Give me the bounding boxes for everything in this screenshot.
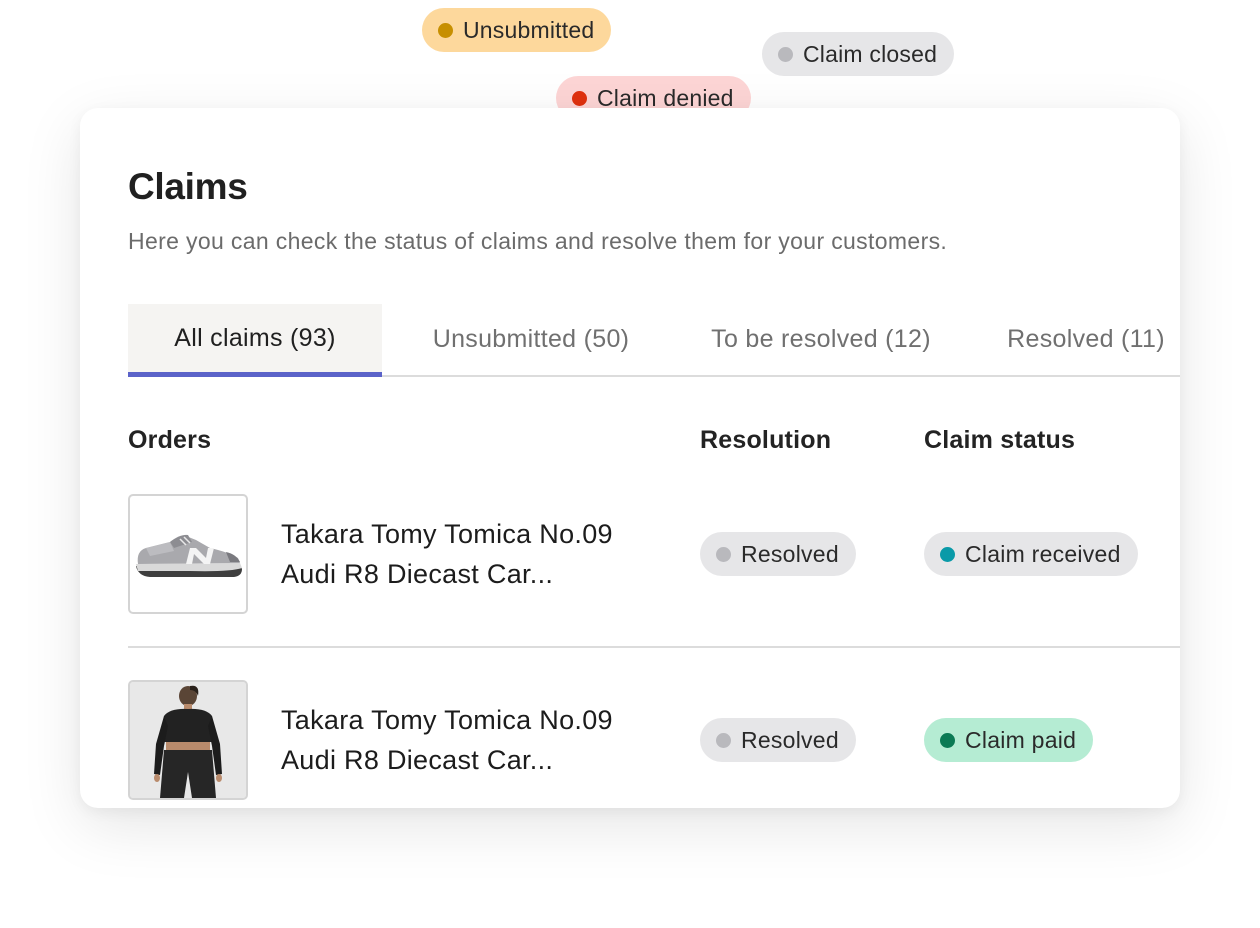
column-header-claim-status: Claim status bbox=[924, 426, 1076, 454]
tab-all-claims[interactable]: All claims (93) bbox=[128, 304, 382, 377]
status-dot-icon bbox=[438, 22, 453, 38]
badge-label: Claim paid bbox=[965, 726, 1077, 753]
resolution-badge: Resolved bbox=[700, 718, 856, 762]
tab-unsubmitted[interactable]: Unsubmitted (50) bbox=[421, 304, 641, 375]
badge-label: Resolved bbox=[741, 726, 839, 753]
status-dot-icon bbox=[716, 546, 731, 562]
column-header-orders: Orders bbox=[128, 426, 212, 454]
chip-claim-closed: Claim closed bbox=[762, 32, 955, 76]
resolution-badge: Resolved bbox=[700, 532, 856, 576]
badge-label: Claim received bbox=[965, 540, 1121, 567]
page-title: Claims bbox=[128, 166, 248, 207]
product-name-line: Audi R8 Diecast Car... bbox=[281, 745, 554, 775]
product-name[interactable]: Takara Tomy Tomica No.09 Audi R8 Diecast… bbox=[281, 514, 661, 594]
product-name-line: Takara Tomy Tomica No.09 bbox=[281, 705, 613, 735]
table-row[interactable]: Takara Tomy Tomica No.09 Audi R8 Diecast… bbox=[128, 646, 1180, 808]
tab-resolved[interactable]: Resolved (11) bbox=[1001, 304, 1171, 375]
tab-to-be-resolved[interactable]: To be resolved (12) bbox=[703, 304, 939, 375]
page-subtitle: Here you can check the status of claims … bbox=[128, 228, 948, 254]
status-dot-icon bbox=[940, 546, 955, 562]
status-dot-icon bbox=[778, 46, 793, 62]
chip-label: Unsubmitted bbox=[463, 16, 595, 43]
status-dot-icon bbox=[940, 732, 955, 748]
status-dot-icon bbox=[716, 732, 731, 748]
claims-card: Claims Here you can check the status of … bbox=[80, 108, 1180, 808]
badge-label: Resolved bbox=[741, 540, 839, 567]
claim-status-badge: Claim paid bbox=[924, 718, 1094, 762]
product-name-line: Takara Tomy Tomica No.09 bbox=[281, 519, 613, 549]
column-header-resolution: Resolution bbox=[700, 426, 832, 454]
product-name[interactable]: Takara Tomy Tomica No.09 Audi R8 Diecast… bbox=[281, 700, 661, 780]
product-name-line: Audi R8 Diecast Car... bbox=[281, 559, 554, 589]
table-row[interactable]: Takara Tomy Tomica No.09 Audi R8 Diecast… bbox=[128, 470, 1180, 654]
status-dot-icon bbox=[572, 90, 587, 106]
chip-label: Claim closed bbox=[803, 40, 938, 67]
claim-status-badge: Claim received bbox=[924, 532, 1138, 576]
apparel-image bbox=[128, 680, 248, 800]
claims-tabs: All claims (93) Unsubmitted (50) To be r… bbox=[128, 304, 1180, 377]
sneaker-image bbox=[128, 494, 248, 614]
chip-unsubmitted: Unsubmitted bbox=[422, 8, 612, 52]
claims-illustration: Unsubmitted Claim closed Claim denied Cl… bbox=[0, 0, 1260, 928]
